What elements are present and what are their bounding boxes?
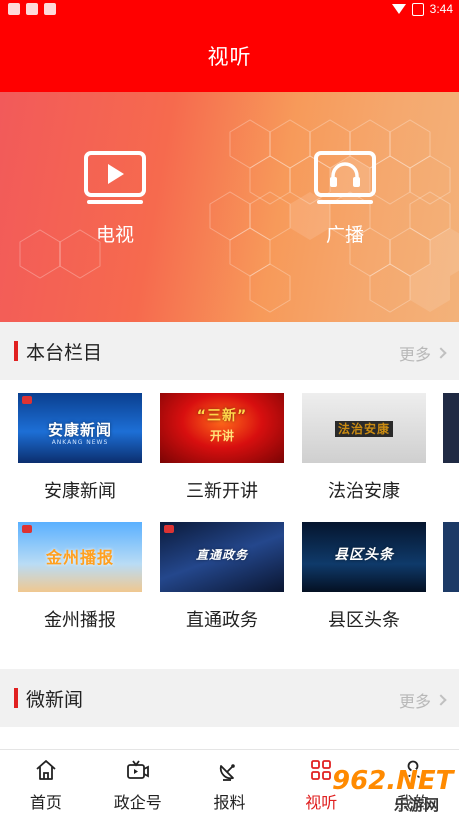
tab-home[interactable]: 首页 — [0, 750, 92, 816]
program-label: 安康新闻 — [44, 481, 116, 502]
thumbnail-subtitle: ANKANG NEWS — [51, 439, 109, 446]
section-title: 微新闻 — [26, 688, 84, 711]
thumbnail-title: 县区头条 — [334, 547, 394, 563]
thumbnail-subtitle: 开讲 — [209, 429, 234, 443]
tab-label: 报料 — [213, 793, 246, 812]
grid-icon — [311, 760, 332, 780]
section-accent-bar — [14, 341, 18, 361]
section-header-micro-news: 微新闻 更多 — [0, 669, 459, 727]
tv-button[interactable]: 电视 — [55, 150, 175, 260]
program-card[interactable]: 金州播报 金州播报 — [18, 522, 142, 632]
tab-report[interactable]: 报料 — [184, 750, 276, 816]
tab-label: 视听 — [305, 793, 338, 812]
radio-label: 广播 — [325, 224, 364, 246]
program-card[interactable]: 法治安康 法治安康 — [302, 393, 426, 503]
program-thumbnail: 安康新闻 ANKANG NEWS — [18, 393, 142, 463]
tab-label: 首页 — [29, 793, 62, 812]
chevron-right-icon — [435, 694, 447, 706]
tab-mine[interactable]: 我的 — [367, 750, 459, 816]
more-news-link[interactable]: 更多 — [398, 688, 447, 712]
program-card[interactable]: 安康新闻 ANKANG NEWS 安康新闻 — [18, 393, 142, 503]
program-card-partial[interactable] — [443, 522, 459, 592]
program-thumbnail: 直通政务 — [160, 522, 284, 592]
station-logo — [164, 525, 174, 533]
thumbnail-title: 直通政务 — [195, 548, 248, 562]
tab-audiovisual[interactable]: 视听 — [275, 750, 367, 816]
radio-button[interactable]: 广播 — [285, 150, 405, 260]
bottom-tab-bar: 首页 政企号 报料 视听 我的 — [0, 749, 459, 816]
micro-news-list — [0, 727, 459, 749]
chevron-right-icon — [435, 347, 447, 359]
program-thumbnail: “三新” 开讲 — [160, 393, 284, 463]
thumbnail-title: 法治安康 — [337, 422, 390, 436]
thumbnail-title: 安康新闻 — [47, 421, 112, 439]
section-header-programs: 本台栏目 更多 — [0, 322, 459, 380]
program-card[interactable]: 县区头条 县区头条 — [302, 522, 426, 632]
status-bar: 3:44 — [0, 0, 459, 20]
tv-enterprise-icon — [126, 760, 149, 779]
tab-enterprise[interactable]: 政企号 — [92, 750, 184, 816]
media-banner: 电视 广播 — [0, 92, 459, 322]
station-logo — [22, 525, 32, 533]
program-grid: 安康新闻 ANKANG NEWS 安康新闻 “三新” 开讲 三新开讲 法治安康 … — [0, 380, 459, 669]
section-accent-bar — [14, 688, 18, 708]
program-thumbnail: 法治安康 — [302, 393, 426, 463]
station-logo — [22, 396, 32, 404]
thumbnail-title: 金州播报 — [45, 548, 114, 567]
more-label: 更多 — [398, 692, 431, 711]
program-label: 三新开讲 — [186, 481, 258, 502]
tv-icon — [84, 151, 146, 204]
home-icon — [36, 760, 56, 780]
more-label: 更多 — [398, 345, 431, 364]
page-title: 视听 — [207, 45, 252, 69]
notification-icons — [8, 3, 56, 15]
program-label: 县区头条 — [328, 610, 400, 631]
headphones-icon — [314, 151, 376, 204]
satellite-dish-icon — [220, 764, 236, 781]
program-card[interactable]: 直通政务 直通政务 — [160, 522, 284, 632]
tab-label: 政企号 — [113, 793, 162, 812]
notification-icon — [44, 3, 56, 15]
notification-icon — [26, 3, 38, 15]
program-label: 直通政务 — [186, 610, 258, 631]
more-programs-link[interactable]: 更多 — [398, 341, 447, 365]
program-thumbnail: 县区头条 — [302, 522, 426, 592]
program-card[interactable]: “三新” 开讲 三新开讲 — [160, 393, 284, 503]
tab-label: 我的 — [397, 793, 430, 812]
title-bar: 视听 — [0, 20, 459, 92]
status-right: 3:44 — [391, 2, 453, 16]
thumbnail-title: “三新” — [196, 408, 248, 424]
program-card-partial[interactable] — [443, 393, 459, 463]
user-icon — [404, 760, 422, 781]
program-thumbnail: 金州播报 — [18, 522, 142, 592]
tv-label: 电视 — [95, 224, 134, 246]
section-title: 本台栏目 — [26, 341, 103, 364]
status-time: 3:44 — [429, 2, 453, 16]
program-label: 金州播报 — [44, 610, 116, 631]
program-label: 法治安康 — [328, 481, 400, 502]
battery-icon — [411, 2, 424, 16]
notification-icon — [8, 3, 20, 15]
wifi-icon — [391, 4, 406, 14]
